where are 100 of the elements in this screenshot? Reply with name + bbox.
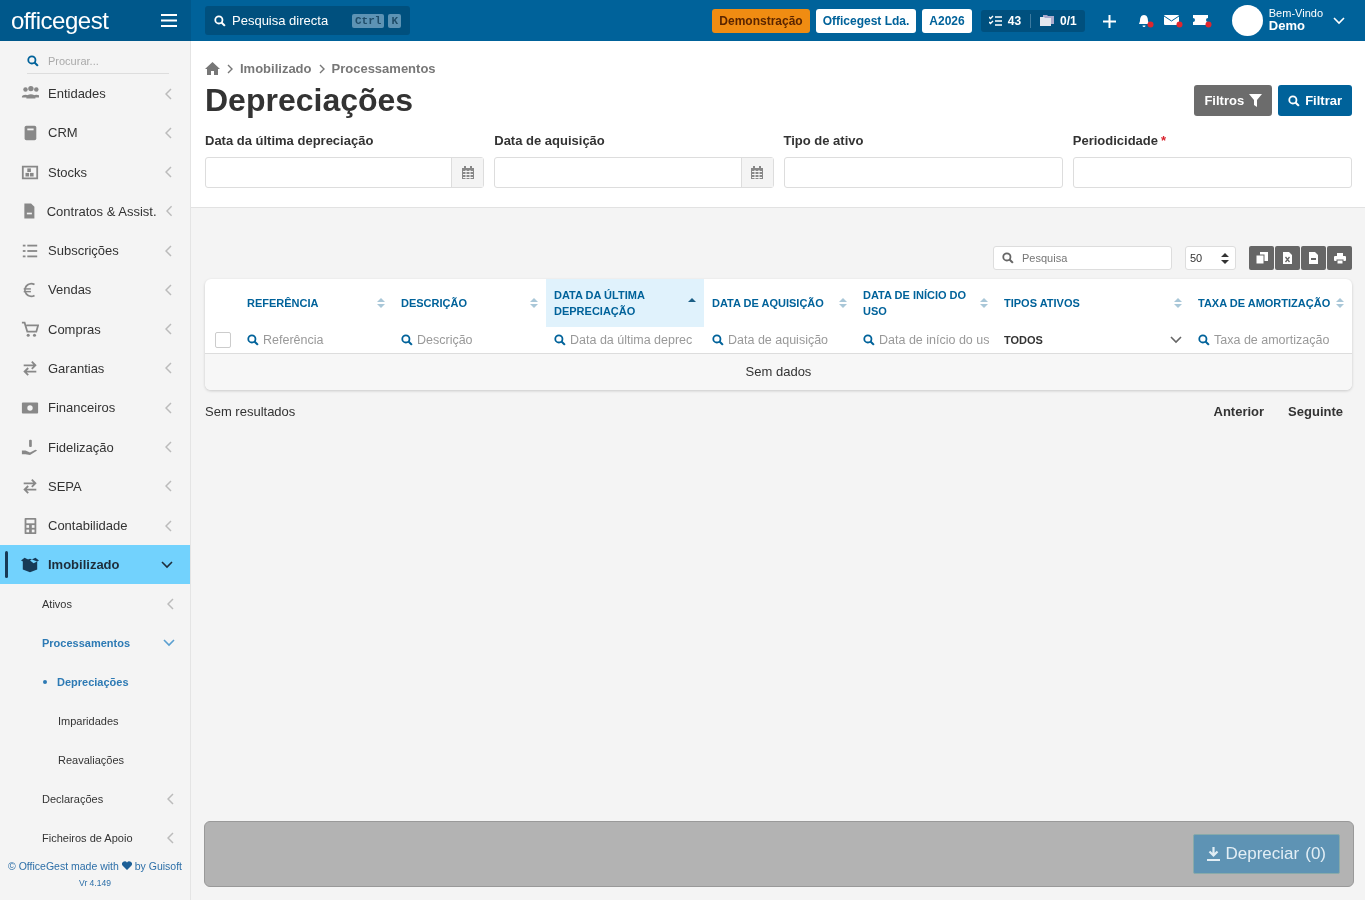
column-filter-field[interactable]: Data de aquisição — [728, 333, 855, 347]
page-size-select[interactable]: 50 — [1185, 246, 1236, 270]
sidebar-item[interactable]: Garantias — [0, 348, 190, 389]
sidebar-item[interactable]: Stocks — [0, 152, 190, 192]
avatar[interactable] — [1231, 5, 1263, 36]
chevron-icon — [165, 166, 173, 179]
menu-search-field[interactable]: Procurar... — [46, 54, 160, 68]
column-header[interactable]: TAXA DE AMORTIZAÇÃO — [1198, 295, 1331, 311]
spreadsheet-icon — [1283, 252, 1292, 264]
breadcrumb-link[interactable]: Imobilizado — [240, 61, 312, 76]
submenu-item[interactable]: Ativos — [0, 584, 190, 624]
empty-message: Sem dados — [745, 364, 812, 379]
calendar-icon[interactable] — [461, 166, 474, 179]
sidebar-item[interactable]: Compras — [0, 309, 190, 349]
context-badge[interactable]: A2026 — [922, 8, 972, 33]
filters-button[interactable]: Filtros — [1194, 85, 1273, 116]
arrows-icon — [21, 359, 39, 378]
column-filter-field[interactable]: Descrição — [417, 333, 498, 347]
filter-button[interactable]: Filtrar — [1278, 85, 1352, 116]
column-header[interactable]: REFERÊNCIA — [247, 295, 319, 311]
search-icon — [27, 55, 39, 67]
context-badge[interactable]: Demonstração — [712, 8, 810, 33]
menu-search-box[interactable]: Procurar... — [27, 50, 169, 74]
chevron-icon — [165, 362, 173, 375]
copy-button[interactable] — [1249, 246, 1274, 270]
input-field[interactable] — [783, 157, 1063, 188]
table-search-box[interactable]: Pesquisa — [993, 246, 1172, 270]
input-field[interactable] — [1072, 157, 1352, 188]
search-icon — [401, 334, 413, 346]
submenu-item[interactable]: Reavaliações — [0, 740, 190, 780]
sidebar-item[interactable]: Vendas — [0, 270, 190, 310]
column-header[interactable]: DATA DE INÍCIO DO USO — [863, 287, 976, 319]
sidebar-item[interactable]: Subscrições — [0, 231, 190, 271]
chevron-icon — [165, 87, 173, 100]
submenu-item[interactable]: Ficheiros de Apoio — [0, 818, 190, 858]
user-name[interactable]: Demo — [1268, 19, 1323, 34]
select-all-checkbox[interactable] — [215, 332, 231, 348]
field-label: Data de aquisição — [494, 133, 605, 148]
document-button[interactable] — [1301, 246, 1326, 270]
results-info: Sem resultados — [205, 404, 296, 419]
column-filter-field[interactable]: Referência — [263, 333, 352, 347]
column-header[interactable]: TIPOS ATIVOS — [1004, 295, 1080, 311]
chevron-icon — [1170, 336, 1182, 344]
sidebar-item[interactable]: Entidades — [0, 74, 190, 114]
document-icon — [1309, 252, 1318, 264]
bullet-icon — [43, 680, 47, 684]
chevron-icon — [318, 63, 325, 74]
sidebar-item[interactable]: Fidelização — [0, 427, 190, 467]
counter-badge[interactable]: 43 0/1 — [980, 9, 1085, 32]
sidebar-item[interactable]: CRM — [0, 113, 190, 153]
search-field[interactable]: Pesquisa directa Ctrl K — [205, 6, 410, 35]
credits-text: © OfficeGest made with by Guisoft — [7, 859, 183, 874]
field-label: Periodicidade — [1072, 133, 1158, 148]
search-icon — [214, 14, 226, 27]
spreadsheet-button[interactable] — [1275, 246, 1300, 270]
column-header[interactable]: DESCRIÇÃO — [401, 295, 467, 311]
heart-icon — [121, 861, 132, 870]
pagination-button[interactable]: Anterior — [1213, 404, 1265, 419]
search-icon — [1002, 252, 1014, 264]
home-icon[interactable] — [205, 62, 220, 75]
submenu-item[interactable]: Declarações — [0, 780, 190, 819]
sort-icon — [1221, 252, 1229, 264]
download-icon — [1206, 847, 1220, 861]
column-filter-field[interactable]: Data de início do us — [879, 333, 996, 347]
chevron-icon — [165, 441, 173, 453]
context-badge[interactable]: Officegest Lda. — [815, 8, 917, 33]
chevron-icon — [165, 244, 173, 257]
calendar-icon[interactable] — [751, 166, 763, 179]
column-filter-field[interactable]: Taxa de amortização — [1214, 333, 1352, 347]
sidebar-item[interactable]: Financeiros — [0, 388, 190, 428]
chevron-icon — [165, 126, 173, 139]
sidebar-item[interactable]: Contratos & Assist. — [0, 191, 190, 232]
box-icon — [21, 555, 39, 574]
sidebar-item[interactable]: SEPA — [0, 466, 190, 506]
menu-icon[interactable] — [161, 14, 177, 27]
table-search-field[interactable]: Pesquisa — [1020, 251, 1164, 265]
pagination-button[interactable]: Seguinte — [1288, 404, 1343, 419]
sidebar-item[interactable]: Contabilidade — [0, 505, 190, 546]
chevron-icon — [165, 519, 173, 532]
sidebar-item[interactable]: Imobilizado — [0, 545, 190, 585]
hand-icon — [21, 438, 39, 456]
chevron-icon — [165, 480, 173, 493]
page-title: Depreciações — [205, 82, 414, 119]
ticket-icon[interactable] — [1192, 13, 1212, 28]
submenu-item[interactable]: Processamentos — [0, 623, 190, 663]
submenu-item[interactable]: Depreciações — [0, 662, 190, 702]
breadcrumb-link[interactable]: Processamentos — [331, 61, 436, 76]
chevron-icon — [165, 323, 173, 336]
chevron-icon — [227, 63, 233, 74]
key-hint: Ctrl — [352, 13, 385, 28]
chevron-icon — [167, 793, 175, 806]
print-button[interactable] — [1327, 246, 1352, 270]
chevron-icon — [163, 638, 175, 647]
mail-icon[interactable] — [1163, 13, 1183, 28]
column-filter-field[interactable]: Data da última deprec — [570, 333, 704, 347]
bell-icon[interactable] — [1137, 13, 1154, 28]
date-field[interactable] — [494, 157, 774, 188]
submenu-item[interactable]: Imparidades — [0, 701, 190, 741]
column-header[interactable]: DATA DE AQUISIÇÃO — [712, 295, 824, 311]
date-field[interactable] — [205, 157, 485, 188]
